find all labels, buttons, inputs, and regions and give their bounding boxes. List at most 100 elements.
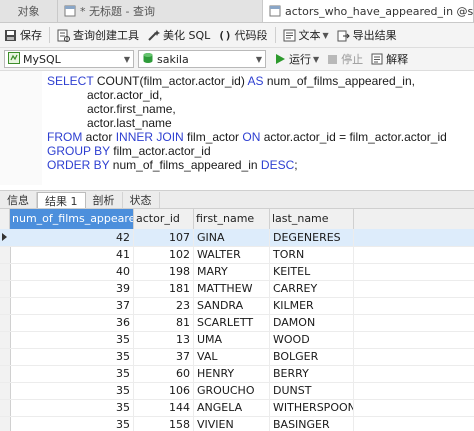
cell-num-of-films[interactable]: 35 [10,331,134,348]
cell-last-name[interactable]: BOLGER [270,348,354,365]
sql-text: actor [82,130,116,144]
cell-first-name[interactable]: GINA [194,229,270,246]
table-row[interactable]: 40 198 MARY KEITEL [0,263,474,281]
database-icon [142,52,154,67]
sql-code[interactable]: SELECT COUNT(film_actor.actor_id) AS num… [47,74,447,172]
chevron-down-icon: ▼ [313,54,320,64]
cell-first-name[interactable]: UMA [194,331,270,348]
cell-num-of-films[interactable]: 42 [10,229,134,246]
cell-first-name[interactable]: HENRY [194,365,270,382]
column-header-first-name[interactable]: first_name [194,209,270,229]
cell-num-of-films[interactable]: 35 [10,382,134,399]
cell-last-name[interactable]: CARREY [270,280,354,297]
cell-actor-id[interactable]: 107 [134,229,194,246]
cell-first-name[interactable]: MARY [194,263,270,280]
cell-first-name[interactable]: WALTER [194,246,270,263]
cell-last-name[interactable]: DEGENERES [270,229,354,246]
tab-profile[interactable]: 剖析 [86,192,123,208]
cell-actor-id[interactable]: 60 [134,365,194,382]
cell-num-of-films[interactable]: 35 [10,348,134,365]
cell-last-name[interactable]: KEITEL [270,263,354,280]
result-grid[interactable]: num_of_films_appeared_ir actor_id first_… [0,209,474,431]
table-row[interactable]: 35 60 HENRY BERRY [0,365,474,383]
table-row[interactable]: 39 181 MATTHEW CARREY [0,280,474,298]
tab-result-1[interactable]: 结果 1 [37,192,86,208]
cell-first-name[interactable]: MATTHEW [194,280,270,297]
run-label: 运行 [289,53,311,66]
cell-actor-id[interactable]: 144 [134,399,194,416]
cell-actor-id[interactable]: 13 [134,331,194,348]
chevron-down-icon: ▼ [123,54,130,64]
text-mode-button[interactable]: 文本 ▼ [279,24,333,46]
column-header-last-name[interactable]: last_name [270,209,354,229]
code-snippet-icon: () [218,28,232,42]
beautify-sql-button[interactable]: 美化 SQL [143,24,214,46]
column-header-num-of-films[interactable]: num_of_films_appeared_ir [10,209,134,229]
cell-first-name[interactable]: SANDRA [194,297,270,314]
stop-button[interactable]: 停止 [323,48,367,70]
connection-select[interactable]: MySQL ▼ [4,50,134,68]
cell-last-name[interactable]: KILMER [270,297,354,314]
table-row[interactable]: 42 107 GINA DEGENERES [0,229,474,247]
cell-num-of-films[interactable]: 39 [10,280,134,297]
table-row[interactable]: 35 13 UMA WOOD [0,331,474,349]
sql-text: actor.last_name [47,116,172,130]
cell-actor-id[interactable]: 102 [134,246,194,263]
cell-actor-id[interactable]: 158 [134,416,194,431]
cell-actor-id[interactable]: 81 [134,314,194,331]
cell-actor-id[interactable]: 23 [134,297,194,314]
database-select[interactable]: sakila ▼ [138,50,266,68]
text-mode-label: 文本 [298,29,321,42]
tab-untitled-query[interactable]: * 无标题 - 查询 [58,0,263,22]
tab-status[interactable]: 状态 [123,192,160,208]
cell-actor-id[interactable]: 198 [134,263,194,280]
explain-button[interactable]: 解释 [367,48,412,70]
cell-last-name[interactable]: TORN [270,246,354,263]
cell-last-name[interactable]: WOOD [270,331,354,348]
tab-info[interactable]: 信息 [0,192,37,208]
cell-last-name[interactable]: DAMON [270,314,354,331]
cell-num-of-films[interactable]: 35 [10,416,134,431]
cell-last-name[interactable]: BERRY [270,365,354,382]
tab-active-query[interactable]: actors_who_have_appeared_in @sakila (M [263,0,474,22]
play-icon [274,53,286,65]
table-row[interactable]: 35 106 GROUCHO DUNST [0,382,474,400]
column-header-actor-id[interactable]: actor_id [134,209,194,229]
tab-objects[interactable]: 对象 [0,0,58,22]
table-row[interactable]: 41 102 WALTER TORN [0,246,474,264]
code-snippet-button[interactable]: () 代码段 [214,24,271,46]
sql-editor[interactable]: SELECT COUNT(film_actor.actor_id) AS num… [0,71,474,185]
query-builder-button[interactable]: 查询创建工具 [53,24,143,46]
table-row[interactable]: 35 37 VAL BOLGER [0,348,474,366]
export-results-button[interactable]: 导出结果 [333,24,401,46]
cell-actor-id[interactable]: 181 [134,280,194,297]
table-row[interactable]: 35 158 VIVIEN BASINGER [0,416,474,431]
cell-first-name[interactable]: VIVIEN [194,416,270,431]
cell-first-name[interactable]: GROUCHO [194,382,270,399]
cell-num-of-films[interactable]: 35 [10,399,134,416]
table-row[interactable]: 36 81 SCARLETT DAMON [0,314,474,332]
table-row[interactable]: 35 144 ANGELA WITHERSPOON [0,399,474,417]
cell-first-name[interactable]: SCARLETT [194,314,270,331]
save-icon [4,29,17,42]
cell-num-of-films[interactable]: 35 [10,365,134,382]
sql-keyword: INNER JOIN [115,130,184,144]
cell-last-name[interactable]: DUNST [270,382,354,399]
run-button[interactable]: 运行 ▼ [270,48,323,70]
cell-num-of-films[interactable]: 36 [10,314,134,331]
sql-line: GROUP BY film_actor.actor_id [47,144,447,158]
cell-last-name[interactable]: WITHERSPOON [270,399,354,416]
cell-actor-id[interactable]: 37 [134,348,194,365]
query-builder-label: 查询创建工具 [73,29,139,42]
cell-first-name[interactable]: VAL [194,348,270,365]
cell-num-of-films[interactable]: 40 [10,263,134,280]
cell-num-of-films[interactable]: 41 [10,246,134,263]
cell-first-name[interactable]: ANGELA [194,399,270,416]
tab-info-label: 信息 [7,194,29,207]
cell-num-of-films[interactable]: 37 [10,297,134,314]
table-row[interactable]: 37 23 SANDRA KILMER [0,297,474,315]
save-button[interactable]: 保存 [0,24,46,46]
sql-keyword: AS [247,74,264,88]
cell-last-name[interactable]: BASINGER [270,416,354,431]
cell-actor-id[interactable]: 106 [134,382,194,399]
